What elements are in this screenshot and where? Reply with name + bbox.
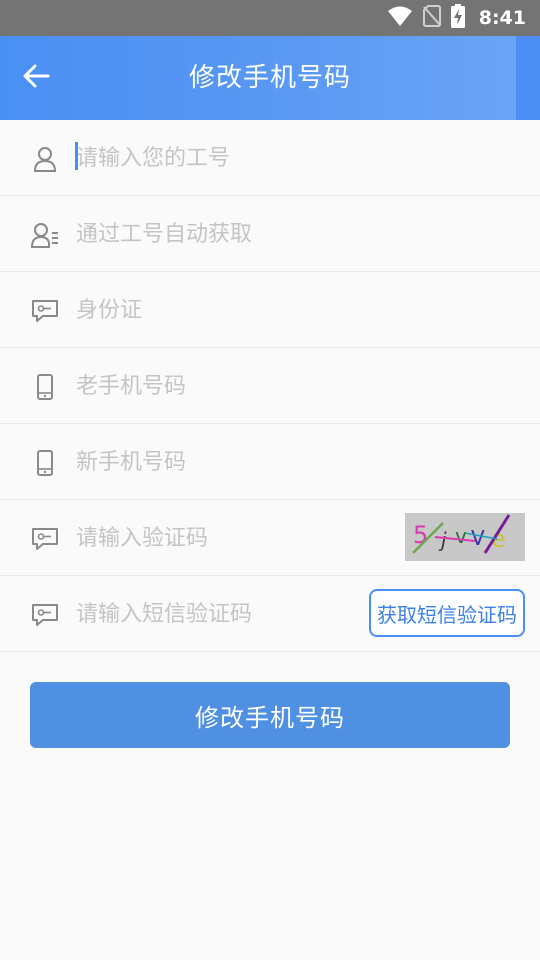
page-title: 修改手机号码	[188, 63, 351, 93]
captcha-image[interactable]: 5 j v V e	[405, 513, 525, 561]
status-icons: 8:41	[387, 0, 526, 36]
old-phone-row	[0, 348, 540, 424]
back-button[interactable]	[14, 58, 58, 98]
id-card-input[interactable]	[76, 292, 376, 328]
old-phone-input[interactable]	[76, 368, 376, 404]
key-message-icon	[30, 600, 60, 630]
status-time: 8:41	[478, 7, 526, 29]
name-input[interactable]	[76, 216, 376, 252]
text-caret	[75, 142, 78, 170]
employee-id-row	[0, 120, 540, 196]
captcha-row: 5 j v V e	[0, 500, 540, 576]
svg-text:V: V	[471, 526, 485, 550]
user-list-icon	[30, 220, 60, 250]
new-phone-input[interactable]	[76, 444, 376, 480]
arrow-left-icon	[22, 64, 50, 92]
new-phone-row	[0, 424, 540, 500]
user-icon	[30, 144, 60, 174]
submit-button[interactable]: 修改手机号码	[30, 682, 510, 748]
key-message-icon	[30, 524, 60, 554]
change-phone-form: 5 j v V e 获取短信验证码	[0, 120, 540, 652]
key-message-icon	[30, 296, 60, 326]
no-sim-icon	[422, 5, 441, 31]
sms-code-input[interactable]	[76, 596, 346, 632]
get-sms-code-button[interactable]: 获取短信验证码	[369, 589, 525, 637]
status-bar: 8:41	[0, 0, 540, 36]
name-row	[0, 196, 540, 272]
battery-charging-icon	[450, 4, 465, 32]
sms-code-row: 获取短信验证码	[0, 576, 540, 652]
wifi-icon	[387, 5, 413, 31]
svg-text:v: v	[455, 524, 467, 548]
id-card-row	[0, 272, 540, 348]
captcha-input[interactable]	[76, 520, 376, 556]
phone-icon	[30, 448, 60, 478]
employee-id-input[interactable]	[76, 140, 376, 176]
svg-text:j: j	[438, 528, 447, 552]
phone-icon	[30, 372, 60, 402]
app-bar: 修改手机号码	[0, 36, 540, 120]
